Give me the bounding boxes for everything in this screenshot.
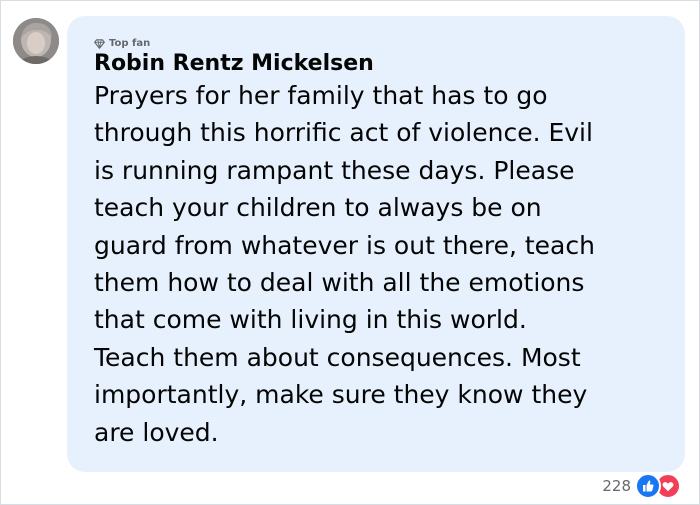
comment-line: is running rampant these days. Please — [94, 155, 575, 185]
comment-text: Prayers for her family that has to go th… — [94, 77, 674, 451]
comment-line: Teach them about consequences. Most — [94, 342, 581, 372]
comment-line: Prayers for her family that has to go — [94, 81, 548, 110]
comment-line: importantly, make sure they know they — [94, 380, 588, 410]
avatar[interactable] — [13, 18, 59, 64]
avatar-image — [13, 18, 59, 64]
reactions-summary[interactable]: 228 — [602, 473, 681, 499]
comment-bubble: Top fan Robin Rentz Mickelsen Prayers fo… — [67, 16, 685, 472]
badge-label: Top fan — [109, 38, 151, 49]
comment-line: are loved. — [94, 417, 219, 447]
comment-line: that come with living in this world. — [94, 305, 527, 335]
diamond-icon — [94, 39, 105, 49]
comment-line: teach your children to always be on — [94, 193, 542, 223]
comment-line: guard from whatever is out there, teach — [94, 230, 595, 260]
reaction-count: 228 — [602, 477, 631, 495]
author-name[interactable]: Robin Rentz Mickelsen — [94, 51, 374, 77]
comment-line: them how to deal with all the emotions — [94, 268, 585, 298]
comment-frame: Top fan Robin Rentz Mickelsen Prayers fo… — [0, 0, 700, 505]
comment-line: through this horrific act of violence. E… — [94, 118, 593, 148]
like-icon — [635, 473, 661, 499]
top-fan-badge[interactable]: Top fan — [94, 38, 150, 50]
